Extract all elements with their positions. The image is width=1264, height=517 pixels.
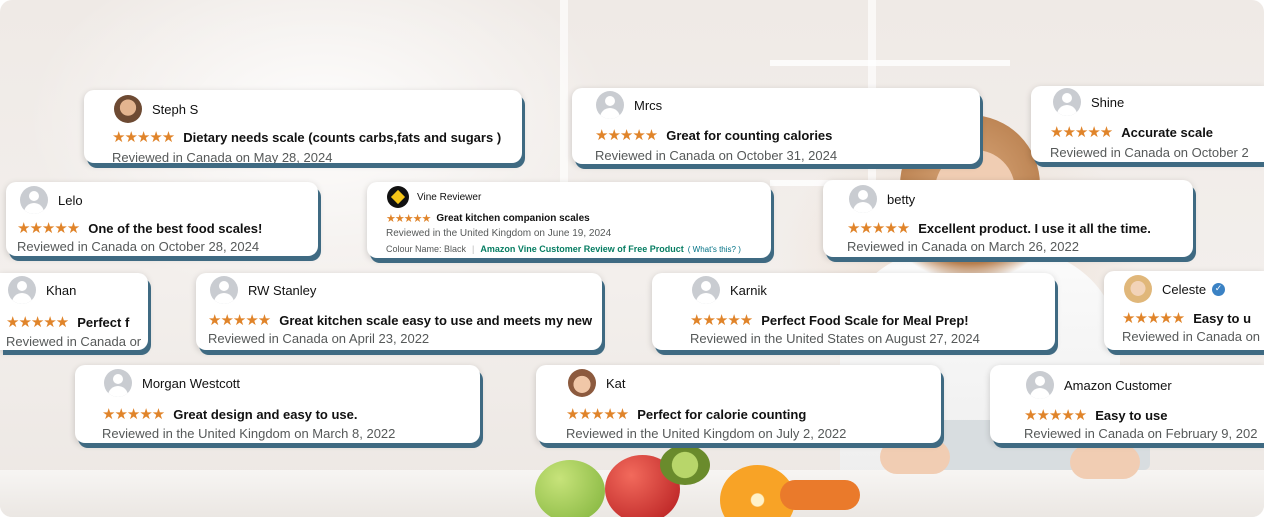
review-meta: Reviewed in the United Kingdom on July 2… bbox=[566, 426, 847, 441]
review-meta: Reviewed in the United States on August … bbox=[690, 331, 980, 346]
review-card: Shine ★★★★★ Accurate scale Reviewed in C… bbox=[1031, 86, 1264, 162]
review-meta: Reviewed in Canada on October 31, 2024 bbox=[595, 148, 838, 163]
user-avatar-icon bbox=[114, 95, 142, 123]
vine-badge-icon bbox=[387, 186, 409, 208]
star-rating: ★★★★★ bbox=[1024, 406, 1087, 424]
reviewer-name: Celeste bbox=[1162, 281, 1207, 297]
review-meta: Reviewed in Canada on May 28, 2024 bbox=[112, 150, 333, 163]
review-card: Kat ★★★★★ Perfect for calorie counting R… bbox=[536, 365, 941, 443]
reviewer-name: Steph S bbox=[152, 101, 199, 117]
user-avatar-icon bbox=[104, 369, 132, 397]
review-meta: Reviewed in Canada on February 9, 202 bbox=[1024, 426, 1258, 441]
star-rating: ★★★★★ bbox=[566, 405, 629, 423]
review-title: Excellent product. I use it all the time… bbox=[918, 220, 1151, 236]
user-avatar-icon bbox=[692, 276, 720, 304]
user-avatar-icon bbox=[568, 369, 596, 397]
review-card: RW Stanley ★★★★★ Great kitchen scale eas… bbox=[196, 273, 602, 350]
review-title: Perfect f bbox=[77, 314, 130, 330]
review-title: Great kitchen companion scales bbox=[436, 213, 590, 224]
review-card: Celeste ✓ ★★★★★ Easy to u Reviewed in Ca… bbox=[1104, 271, 1264, 350]
user-avatar-icon bbox=[849, 185, 877, 213]
review-card: Morgan Westcott ★★★★★ Great design and e… bbox=[75, 365, 480, 443]
reviewer-name: Amazon Customer bbox=[1064, 377, 1172, 393]
star-rating: ★★★★★ bbox=[847, 219, 910, 237]
review-meta: Reviewed in Canada on bbox=[1122, 329, 1261, 344]
review-card: Steph S ★★★★★ Dietary needs scale (count… bbox=[84, 90, 522, 163]
reviewer-name: Vine Reviewer bbox=[417, 191, 482, 203]
user-avatar-icon bbox=[596, 91, 624, 119]
review-title: Perfect for calorie counting bbox=[637, 406, 807, 422]
review-title: Great design and easy to use. bbox=[173, 406, 358, 422]
reviewer-name: RW Stanley bbox=[248, 282, 317, 298]
star-rating: ★★★★★ bbox=[1050, 123, 1113, 141]
vine-label: Amazon Vine Customer Review of Free Prod… bbox=[480, 244, 684, 254]
review-card: Amazon Customer ★★★★★ Easy to use Review… bbox=[990, 365, 1264, 443]
review-title: Great kitchen scale easy to use and meet… bbox=[279, 312, 593, 328]
separator: | bbox=[472, 244, 475, 254]
review-meta: Reviewed in Canada on April 23, 2022 bbox=[208, 331, 430, 346]
review-card: Vine Reviewer ★★★★★ Great kitchen compan… bbox=[367, 182, 771, 258]
review-meta: Reviewed in Canada or bbox=[6, 334, 142, 349]
product-variant: Colour Name: Black bbox=[386, 244, 467, 254]
user-avatar-icon bbox=[210, 276, 238, 304]
background-fruits bbox=[530, 440, 860, 517]
reviewer-name: Kat bbox=[606, 375, 626, 391]
user-avatar-icon bbox=[20, 186, 48, 214]
reviewer-name: Morgan Westcott bbox=[142, 375, 241, 391]
whats-this-link[interactable]: ( What's this? ) bbox=[688, 245, 741, 254]
star-rating: ★★★★★ bbox=[17, 219, 80, 237]
reviewer-name: Shine bbox=[1091, 94, 1125, 110]
review-card: Mrcs ★★★★★ Great for counting calories R… bbox=[572, 88, 980, 164]
kiwi-image bbox=[660, 445, 710, 485]
review-card: Lelo ★★★★★ One of the best food scales! … bbox=[6, 182, 318, 256]
review-card: Khan ★★★★★ Perfect f Reviewed in Canada … bbox=[0, 273, 148, 350]
reviewer-name: Lelo bbox=[58, 192, 83, 208]
reviewer-name: Khan bbox=[46, 282, 77, 298]
review-meta: Reviewed in the United Kingdom on March … bbox=[102, 426, 396, 441]
review-title: One of the best food scales! bbox=[88, 220, 263, 236]
review-title: Easy to u bbox=[1193, 310, 1252, 326]
review-title: Dietary needs scale (counts carbs,fats a… bbox=[183, 129, 502, 145]
star-rating: ★★★★★ bbox=[690, 311, 753, 329]
star-rating: ★★★★★ bbox=[112, 128, 175, 146]
review-title: Great for counting calories bbox=[666, 127, 833, 143]
review-meta: Reviewed in the United Kingdom on June 1… bbox=[386, 228, 612, 239]
review-title: Accurate scale bbox=[1121, 124, 1214, 140]
background-shelf bbox=[770, 60, 1010, 66]
review-title: Easy to use bbox=[1095, 407, 1168, 423]
star-rating: ★★★★★ bbox=[102, 405, 165, 423]
review-meta: Reviewed in Canada on October 28, 2024 bbox=[17, 239, 260, 254]
star-rating: ★★★★★ bbox=[6, 313, 69, 331]
star-rating: ★★★★★ bbox=[208, 311, 271, 329]
review-title: Perfect Food Scale for Meal Prep! bbox=[761, 312, 969, 328]
user-avatar-icon bbox=[8, 276, 36, 304]
user-avatar-icon bbox=[1053, 88, 1081, 116]
reviewer-name: betty bbox=[887, 191, 916, 207]
review-card: betty ★★★★★ Excellent product. I use it … bbox=[823, 180, 1193, 257]
carrot-image bbox=[780, 480, 860, 510]
star-rating: ★★★★★ bbox=[1122, 309, 1185, 327]
verified-check-icon: ✓ bbox=[1212, 282, 1226, 296]
star-rating: ★★★★★ bbox=[595, 126, 658, 144]
user-avatar-icon bbox=[1124, 275, 1152, 303]
reviewer-name: Mrcs bbox=[634, 97, 663, 113]
background-hand bbox=[880, 440, 950, 474]
apple-image bbox=[535, 460, 605, 517]
user-avatar-icon bbox=[1026, 371, 1054, 399]
background-hand bbox=[1070, 445, 1140, 479]
review-meta: Reviewed in Canada on October 2 bbox=[1050, 145, 1249, 160]
review-collage: Steph S ★★★★★ Dietary needs scale (count… bbox=[0, 0, 1264, 517]
reviewer-name: Karnik bbox=[730, 282, 767, 298]
review-card: Karnik ★★★★★ Perfect Food Scale for Meal… bbox=[652, 273, 1055, 350]
star-rating: ★★★★★ bbox=[386, 212, 431, 225]
review-meta: Reviewed in Canada on March 26, 2022 bbox=[847, 239, 1079, 254]
